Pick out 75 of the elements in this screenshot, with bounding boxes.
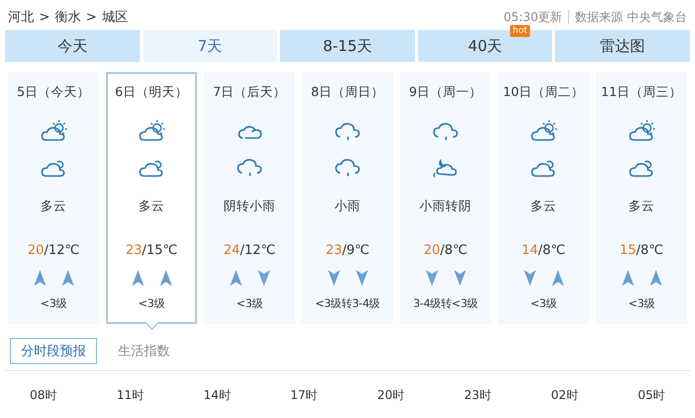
hour-label: 08时 <box>28 387 58 404</box>
temperature: 14/8℃ <box>522 243 566 258</box>
weather-text: 多云 <box>138 198 164 215</box>
weather-text: 多云 <box>628 198 654 215</box>
sun-cloud-icon <box>528 118 558 144</box>
temperature: 23/15℃ <box>125 243 178 258</box>
wind-arrow-up-icon <box>552 270 564 286</box>
day-card[interactable]: 8日（周日） 小雨 23/9℃ <3级转3-4级 <box>302 72 393 324</box>
wind-arrow-down-icon <box>356 270 368 286</box>
wind-level: <3级 <box>138 296 165 311</box>
day-card[interactable]: 11日（周三） 多云 15/8℃ <3级 <box>596 72 687 324</box>
hour-label: 23时 <box>463 387 492 404</box>
wind-arrow-up-icon <box>230 270 242 286</box>
update-time: 05:30更新 <box>504 8 562 26</box>
wind-arrow-up-icon <box>34 270 46 286</box>
weather-text: 阴转小雨 <box>224 198 276 215</box>
day-date: 6日（明天） <box>115 84 188 101</box>
sub-tab[interactable]: 分时段预报 <box>10 338 97 364</box>
hour-label: 11时 <box>116 387 145 404</box>
temperature: 15/8℃ <box>620 243 664 258</box>
wind-arrow-down-icon <box>524 270 536 286</box>
day-date: 11日（周三） <box>601 84 682 101</box>
wind-level: <3级转3-4级 <box>315 296 380 311</box>
weather-text: 小雨转阴 <box>420 198 472 215</box>
forecast-tab[interactable]: 雷达图 <box>555 30 690 62</box>
pointer-icon <box>144 322 158 330</box>
hour-label: 05时 <box>636 387 666 404</box>
temperature: 24/12℃ <box>223 243 276 258</box>
temperature: 23/9℃ <box>326 243 370 258</box>
day-date: 10日（周二） <box>503 84 584 101</box>
hot-badge: hot <box>510 25 530 37</box>
forecast-tab[interactable]: 8-15天 <box>280 30 415 62</box>
wind-level: <3级 <box>40 296 67 311</box>
hour-label: 02时 <box>550 387 580 404</box>
wind-arrow-up-icon <box>62 270 74 286</box>
breadcrumb-link[interactable]: 衡水 <box>54 8 81 26</box>
sun-cloud-icon <box>38 118 68 144</box>
wind-arrow-down-icon <box>258 270 270 286</box>
data-source: 数据来源 中央气象台 <box>575 8 687 26</box>
forecast-tab[interactable]: 今天 <box>5 30 140 62</box>
wind-arrow-up-icon <box>622 270 634 286</box>
wind-level: <3级 <box>628 296 655 311</box>
wind-arrow-down-icon <box>328 270 340 286</box>
day-date: 9日（周一） <box>409 84 482 101</box>
hour-label: 17时 <box>289 387 319 404</box>
day-card[interactable]: 7日（后天） 阴转小雨 24/12℃ <3级 <box>204 72 295 324</box>
hour-label: 14时 <box>202 387 232 404</box>
hour-label: 20时 <box>376 387 406 404</box>
breadcrumb-separator: > <box>39 10 50 24</box>
wind-arrow-up-icon <box>650 270 662 286</box>
forecast-tab[interactable]: 7天 <box>142 30 278 62</box>
day-card[interactable]: 10日（周二） 多云 14/8℃ <3级 <box>498 72 589 324</box>
breadcrumb-link[interactable]: 河北 <box>8 8 34 26</box>
sun-cloud-icon <box>136 118 166 144</box>
wind-arrow-up-icon <box>132 270 144 286</box>
breadcrumb-link[interactable]: 城区 <box>102 8 128 26</box>
day-card[interactable]: 9日（周一） 小雨转阴 20/8℃ 3-4级转<3级 <box>400 72 491 324</box>
wind-level: 3-4级转<3级 <box>413 296 478 311</box>
wind-level: <3级 <box>236 296 263 311</box>
day-date: 8日（周日） <box>311 84 384 101</box>
weather-text: 小雨 <box>334 198 360 215</box>
sun-cloud-icon <box>626 118 656 144</box>
weather-text: 多云 <box>40 198 66 215</box>
wind-arrow-down-icon <box>454 270 466 286</box>
sub-tab[interactable]: 生活指数 <box>107 338 181 364</box>
temperature: 20/12℃ <box>27 243 80 258</box>
wind-arrow-down-icon <box>426 270 438 286</box>
day-date: 5日（今天） <box>17 84 90 101</box>
weather-text: 多云 <box>530 198 556 215</box>
day-card[interactable]: 5日（今天） 多云 20/12℃ <3级 <box>8 72 99 324</box>
wind-arrow-up-icon <box>160 270 172 286</box>
wind-level: <3级 <box>530 296 557 311</box>
temperature: 20/8℃ <box>424 243 468 258</box>
breadcrumb-separator: > <box>86 10 97 24</box>
day-date: 7日（后天） <box>213 84 286 101</box>
